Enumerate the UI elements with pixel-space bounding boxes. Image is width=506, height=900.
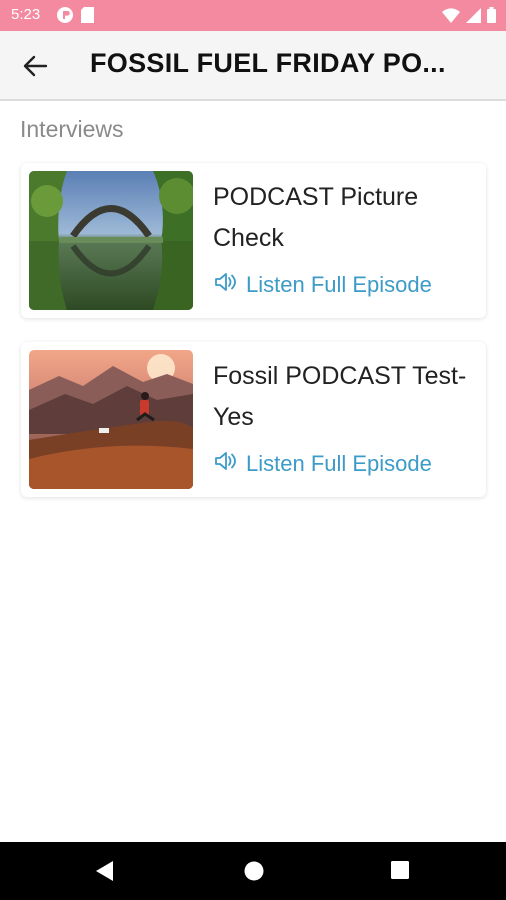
sd-card-icon (81, 7, 94, 28)
page-title: FOSSIL FUEL FRIDAY PO... (90, 48, 446, 78)
episode-title[interactable]: PODCAST Picture Check (213, 177, 473, 259)
recents-square-icon (391, 861, 409, 883)
episode-card[interactable]: Fossil PODCAST Test-Yes Listen Full Epis… (21, 342, 486, 497)
listen-label: Listen Full Episode (246, 272, 432, 297)
home-circle-icon (244, 861, 264, 885)
speaker-icon (214, 451, 238, 477)
signal-icon (466, 7, 481, 28)
episode-title[interactable]: Fossil PODCAST Test-Yes (213, 356, 473, 438)
nav-recents-button[interactable] (391, 861, 409, 884)
nav-back-button[interactable] (96, 861, 114, 886)
episode-thumbnail[interactable] (29, 171, 193, 310)
app-notification-icon (57, 7, 73, 28)
navigation-bar (0, 842, 506, 900)
arrow-back-icon (22, 55, 48, 83)
listen-full-episode-link[interactable]: Listen Full Episode (214, 272, 432, 298)
speaker-icon (214, 272, 238, 298)
listen-full-episode-link[interactable]: Listen Full Episode (214, 451, 432, 477)
status-time: 5:23 (11, 6, 41, 23)
episode-thumbnail[interactable] (29, 350, 193, 489)
section-heading: Interviews (20, 116, 124, 142)
status-bar: 5:23 (0, 0, 506, 31)
back-button[interactable] (22, 51, 56, 81)
app-bar: FOSSIL FUEL FRIDAY PO... (0, 31, 506, 101)
battery-icon (487, 7, 496, 28)
back-triangle-icon (96, 861, 114, 885)
nav-home-button[interactable] (244, 861, 264, 886)
episode-card[interactable]: PODCAST Picture Check Listen Full Episod… (21, 163, 486, 318)
listen-label: Listen Full Episode (246, 451, 432, 476)
wifi-icon (442, 7, 460, 28)
